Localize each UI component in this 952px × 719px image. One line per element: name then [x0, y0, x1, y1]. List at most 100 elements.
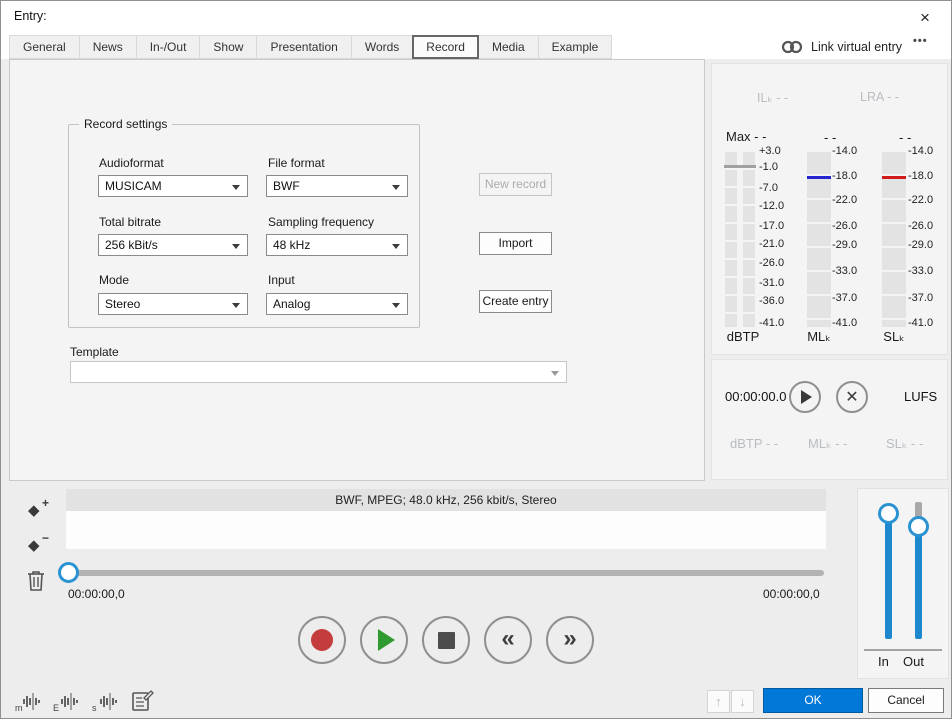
entry-dialog: Entry: × GeneralNewsIn-/OutShowPresentat…: [0, 0, 952, 719]
ml-max-value: - -: [824, 130, 836, 145]
record-button[interactable]: [298, 616, 346, 664]
total-bitrate-select[interactable]: 256 kBit/s: [98, 234, 248, 256]
template-select[interactable]: [70, 361, 567, 383]
meter-tick-label: -41.0: [759, 317, 784, 329]
in-out-fader-panel: In Out: [857, 488, 949, 679]
forward-icon: »: [563, 627, 576, 651]
stop-button[interactable]: [422, 616, 470, 664]
mode-label: Mode: [99, 273, 129, 287]
seek-slider-track[interactable]: [66, 570, 824, 576]
sl-stat-value: SLₖ - -: [886, 436, 923, 452]
meter-tick-label: -33.0: [832, 265, 857, 277]
out-fader-track[interactable]: [915, 532, 922, 639]
link-virtual-entry-label: Link virtual entry: [811, 40, 902, 54]
cancel-button[interactable]: Cancel: [868, 688, 944, 713]
svg-text:E: E: [53, 703, 59, 713]
in-fader-track[interactable]: [885, 517, 892, 639]
total-time: 00:00:00,0: [763, 587, 820, 601]
meter-tick-label: -36.0: [759, 295, 784, 307]
elapsed-time: 00:00:00,0: [68, 587, 125, 601]
file-format-value: BWF: [273, 179, 300, 193]
marker-type-m-icon[interactable]: m: [15, 689, 41, 713]
new-record-button[interactable]: New record: [479, 173, 552, 196]
add-marker-plus[interactable]: +: [42, 496, 49, 510]
tab-presentation[interactable]: Presentation: [256, 35, 351, 59]
mode-select[interactable]: Stereo: [98, 293, 248, 315]
tab-general[interactable]: General: [9, 35, 80, 59]
meter-tick-label: -18.0: [832, 170, 857, 182]
tab-show[interactable]: Show: [199, 35, 257, 59]
arrow-down-icon: ↓: [739, 694, 746, 709]
measure-play-button[interactable]: [789, 381, 821, 413]
marker-type-s-icon[interactable]: s: [92, 689, 118, 713]
dropdown-arrow-icon: [232, 303, 240, 308]
dbtp-max-value: Max - -: [726, 129, 766, 144]
tab-record[interactable]: Record: [412, 35, 479, 59]
close-icon[interactable]: ×: [906, 5, 944, 31]
audioformat-select[interactable]: MUSICAM: [98, 175, 248, 197]
more-options-icon[interactable]: •••: [913, 35, 928, 47]
in-fader-handle[interactable]: [878, 503, 899, 524]
total-bitrate-value: 256 kBit/s: [105, 238, 158, 252]
out-fader-handle[interactable]: [908, 516, 929, 537]
meter-tick-label: -33.0: [908, 265, 933, 277]
import-button[interactable]: Import: [479, 232, 552, 255]
total-bitrate-label: Total bitrate: [99, 215, 161, 229]
tab-media[interactable]: Media: [478, 35, 539, 59]
lufs-unit-label: LUFS: [904, 389, 937, 404]
ok-button[interactable]: OK: [763, 688, 863, 713]
mode-value: Stereo: [105, 297, 140, 311]
audioformat-value: MUSICAM: [105, 179, 162, 193]
forward-button[interactable]: »: [546, 616, 594, 664]
remove-marker-minus[interactable]: −: [42, 531, 49, 545]
arrow-up-icon: ↑: [715, 694, 722, 709]
record-tab-page: Record settings Audioformat MUSICAM File…: [9, 59, 705, 481]
ml-stat-value: MLₖ - -: [808, 436, 847, 452]
meter-tick-label: -29.0: [832, 239, 857, 251]
waveform-display: [66, 511, 826, 549]
meter-tick-label: -7.0: [759, 182, 778, 194]
move-up-button[interactable]: ↑: [707, 690, 730, 713]
edit-notes-icon[interactable]: [131, 689, 155, 713]
svg-text:s: s: [92, 703, 97, 713]
link-virtual-entry-button[interactable]: Link virtual entry: [781, 37, 902, 57]
add-marker-icon[interactable]: ◆: [28, 501, 40, 519]
tab-words[interactable]: Words: [351, 35, 413, 59]
play-icon: [378, 629, 395, 651]
meter-tick-label: -37.0: [832, 292, 857, 304]
file-format-select[interactable]: BWF: [266, 175, 408, 197]
meter-tick-label: -31.0: [759, 277, 784, 289]
sampling-frequency-select[interactable]: 48 kHz: [266, 234, 408, 256]
lufs-measure-panel: 00:00:00.0 ✕ LUFS dBTP - - MLₖ - - SLₖ -…: [711, 359, 948, 480]
input-select[interactable]: Analog: [266, 293, 408, 315]
play-button[interactable]: [360, 616, 408, 664]
rewind-button[interactable]: «: [484, 616, 532, 664]
meter-tick-label: -22.0: [908, 194, 933, 206]
meter-tick-label: -1.0: [759, 161, 778, 173]
tab-news[interactable]: News: [79, 35, 137, 59]
marker-type-e-icon[interactable]: E: [53, 689, 79, 713]
dbtp-peak-line: [724, 165, 756, 168]
create-entry-button[interactable]: Create entry: [479, 290, 552, 313]
dropdown-arrow-icon: [392, 244, 400, 249]
svg-text:m: m: [15, 703, 23, 713]
file-format-label: File format: [268, 156, 325, 170]
remove-marker-icon[interactable]: ◆: [28, 536, 40, 554]
seek-slider-handle[interactable]: [58, 562, 79, 583]
tab-inout[interactable]: In-/Out: [136, 35, 201, 59]
meter-tick-label: -41.0: [832, 317, 857, 329]
sl-meter-name: SLₖ: [872, 329, 916, 345]
record-settings-group: Record settings Audioformat MUSICAM File…: [68, 124, 420, 328]
loudness-meter-panel: ILₖ - - LRA - - Max - - +3.0-1.0-7.0-12.…: [711, 63, 948, 355]
dropdown-arrow-icon: [551, 371, 559, 376]
dropdown-arrow-icon: [232, 185, 240, 190]
audioformat-label: Audioformat: [99, 156, 164, 170]
move-down-button[interactable]: ↓: [731, 690, 754, 713]
meter-tick-label: -26.0: [759, 257, 784, 269]
fader-baseline: [864, 649, 942, 651]
measure-cancel-button[interactable]: ✕: [836, 381, 868, 413]
measure-timecode: 00:00:00.0: [725, 389, 786, 404]
loudness-range-value: LRA - -: [860, 90, 899, 104]
trash-icon[interactable]: [27, 570, 45, 591]
tab-example[interactable]: Example: [538, 35, 613, 59]
